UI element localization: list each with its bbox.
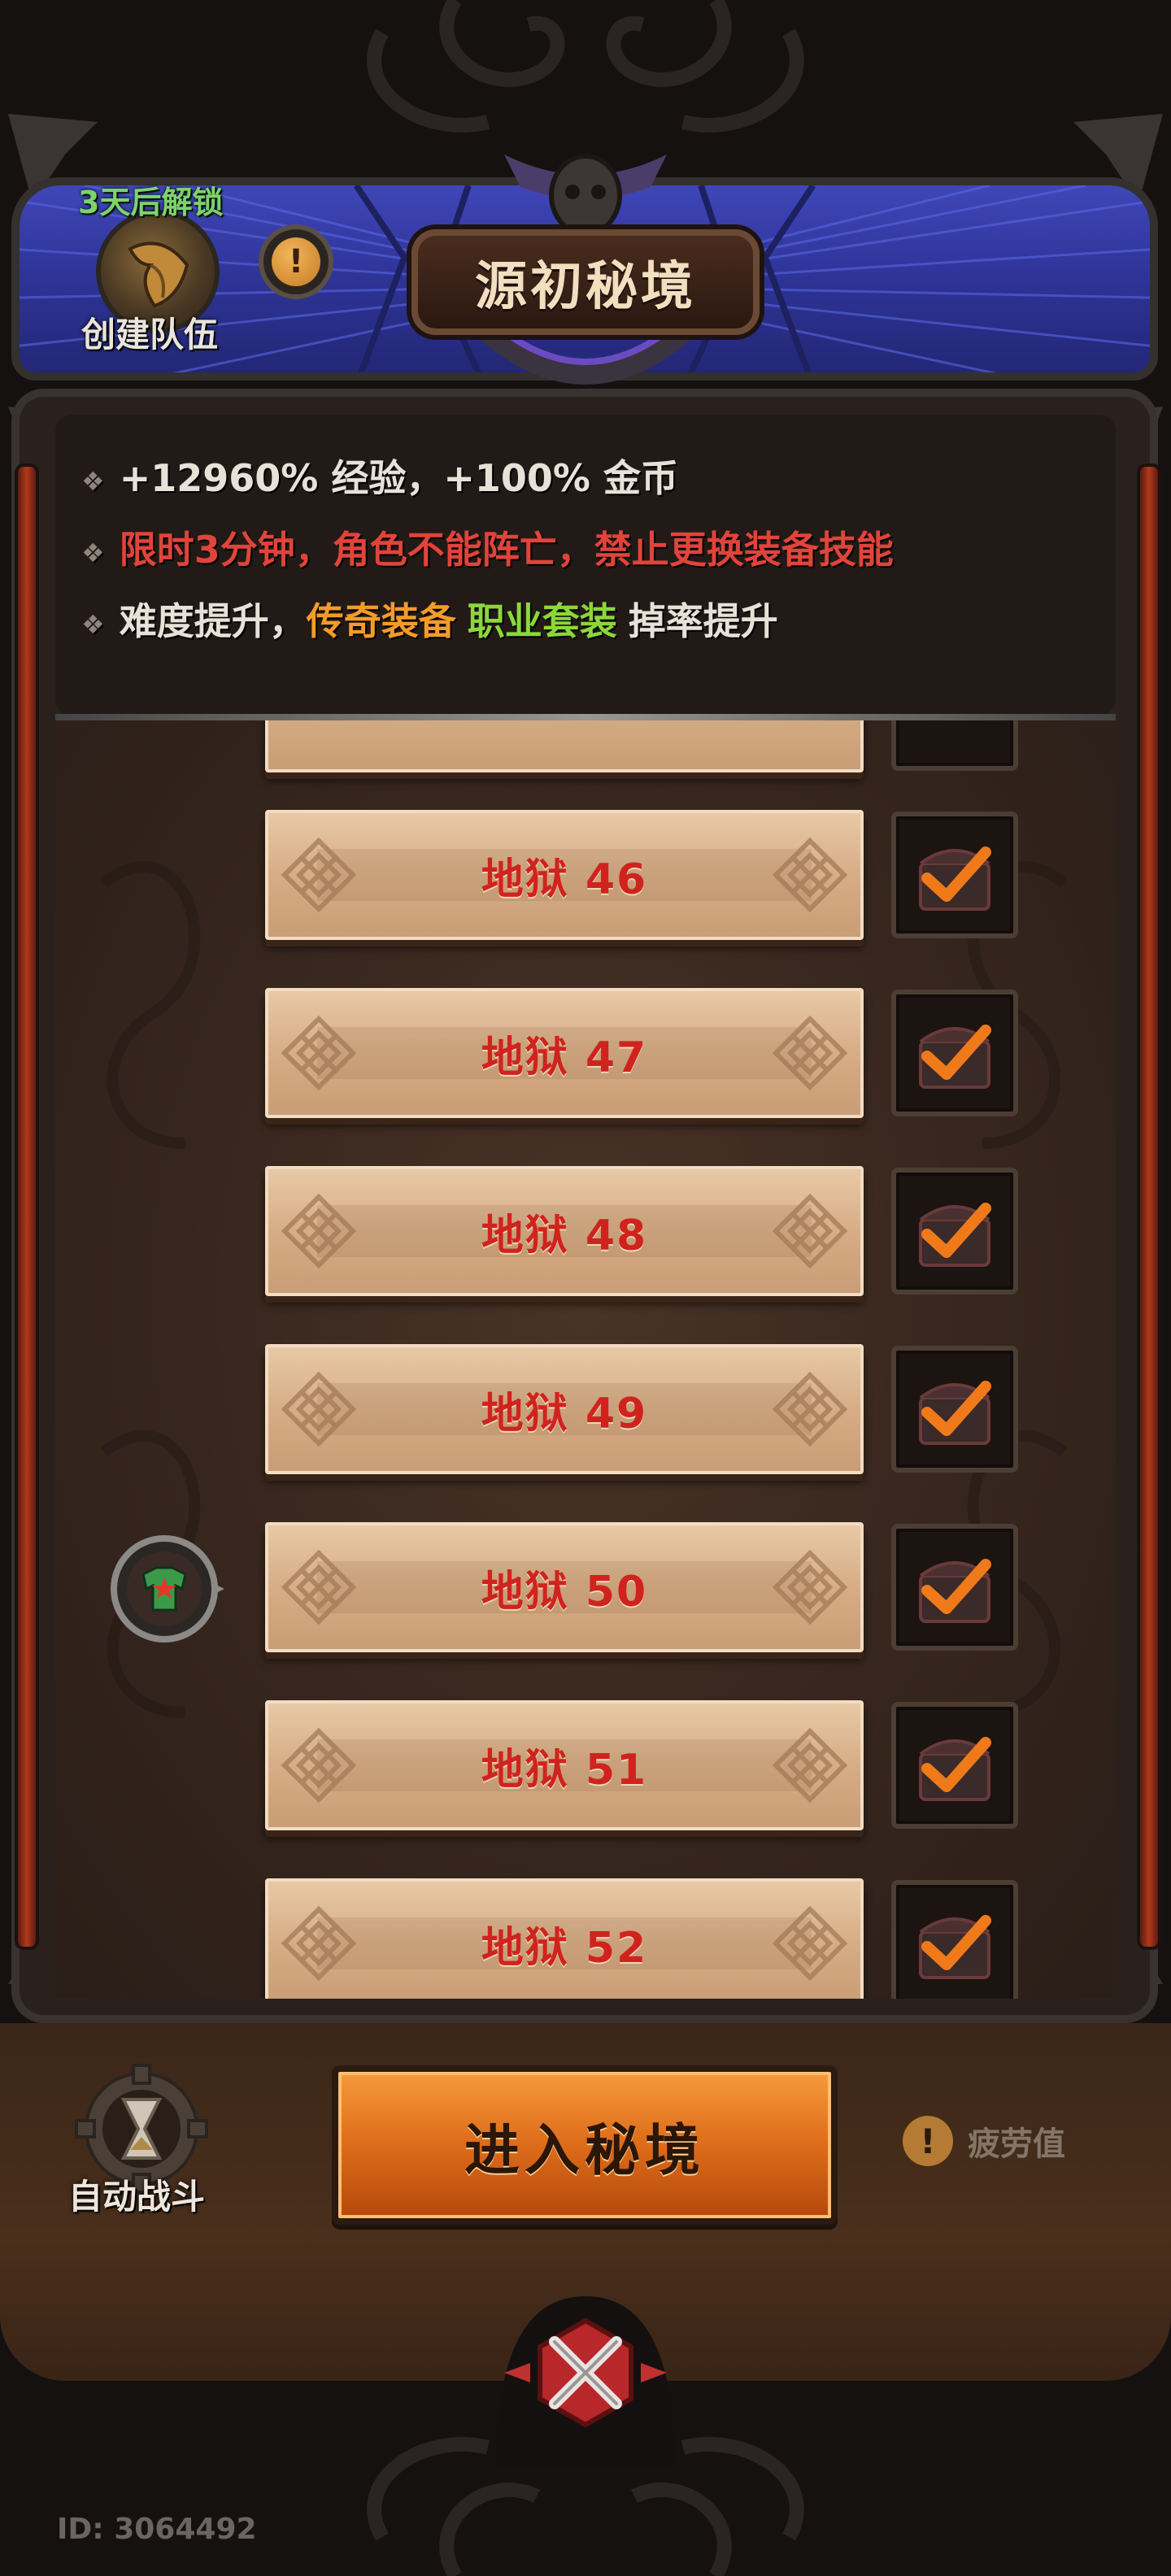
create-team-label: 创建队伍 [81,315,219,355]
checked-chest-icon [911,1721,999,1809]
level-row: 地狱 46 [55,810,1116,940]
level-label: 地狱 48 [481,1211,648,1260]
level-row-partial [55,720,1116,772]
close-icon[interactable] [488,2288,683,2467]
reward-chest-button[interactable] [891,1702,1018,1829]
reward-chest-button[interactable] [891,990,1018,1116]
drop-rate-line: ❖ 难度提升，传奇装备 职业套装 掉率提升 [81,599,778,643]
divider [55,714,1116,720]
level-row: 地狱 48 [55,1166,1116,1296]
level-row: 地狱 47 [55,988,1116,1118]
level-card-button[interactable]: 地狱 51 [265,1700,864,1830]
reward-chest-button[interactable] [891,1168,1018,1295]
exclamation-icon: ! [903,2116,953,2166]
reward-chest-button[interactable] [891,1524,1018,1651]
bonus-line: ❖ +12960% 经验，+100% 金币 [81,456,679,500]
horn-icon [128,242,189,308]
bullet-icon: ❖ [81,608,105,640]
title-plaque: 源初秘境 [411,229,760,335]
left-red-rail [15,463,39,1950]
enter-realm-button[interactable]: 进入秘境 [332,2065,838,2225]
unlock-countdown: 3天后解锁 [78,185,224,220]
checked-chest-icon [911,831,999,919]
level-card-button[interactable]: 地狱 46 [265,810,864,940]
level-label: 地狱 52 [481,1923,648,1973]
right-red-rail [1137,463,1161,1950]
checked-chest-icon [911,1365,999,1453]
bullet-icon: ❖ [81,537,105,568]
level-row: 地狱 49 [55,1344,1116,1474]
level-label: 地狱 50 [481,1567,648,1617]
checked-chest-icon [911,1009,999,1097]
level-label: 地狱 51 [481,1745,648,1795]
exclamation-icon: ! [272,237,320,286]
level-card-button[interactable]: 地狱 50 [265,1522,864,1652]
reward-chest-button[interactable] [891,812,1018,938]
reward-chest-button[interactable] [891,1880,1018,1999]
reward-chest-button[interactable] [891,1346,1018,1473]
level-row: 地狱 51 [55,1700,1116,1830]
level-card-button[interactable]: 地狱 47 [265,988,864,1118]
level-label: 地狱 49 [481,1389,648,1438]
level-card-button[interactable]: 地狱 52 [265,1878,864,1999]
rules-line: ❖ 限时3分钟，角色不能阵亡，禁止更换装备技能 [81,528,894,572]
checked-chest-icon [911,1187,999,1275]
level-row: 地狱 52 [55,1878,1116,1999]
auto-battle-label[interactable]: 自动战斗 [68,2169,205,2219]
fatigue-indicator[interactable]: ! 疲劳值 [903,2116,1065,2166]
bullet-icon: ❖ [81,465,105,497]
checked-chest-icon [911,1543,999,1631]
level-card[interactable] [265,720,864,772]
checked-chest-icon [911,1899,999,1987]
level-card-button[interactable]: 地狱 49 [265,1344,864,1474]
fatigue-label: 疲劳值 [968,2126,1065,2163]
level-list[interactable]: 地狱 46 地狱 47 地狱 48 地狱 49 地狱 50 地狱 51 地狱 52 [55,720,1116,1999]
page-title: 源初秘境 [475,257,696,317]
chest-box [891,720,1018,771]
current-level-marker [111,1535,224,1643]
player-id: ID: 3064492 [57,2513,257,2546]
info-button[interactable]: ! [259,224,333,299]
level-card-button[interactable]: 地狱 48 [265,1166,864,1296]
level-label: 地狱 46 [481,855,648,904]
level-label: 地狱 47 [481,1033,648,1082]
skull-ornament [504,154,667,237]
